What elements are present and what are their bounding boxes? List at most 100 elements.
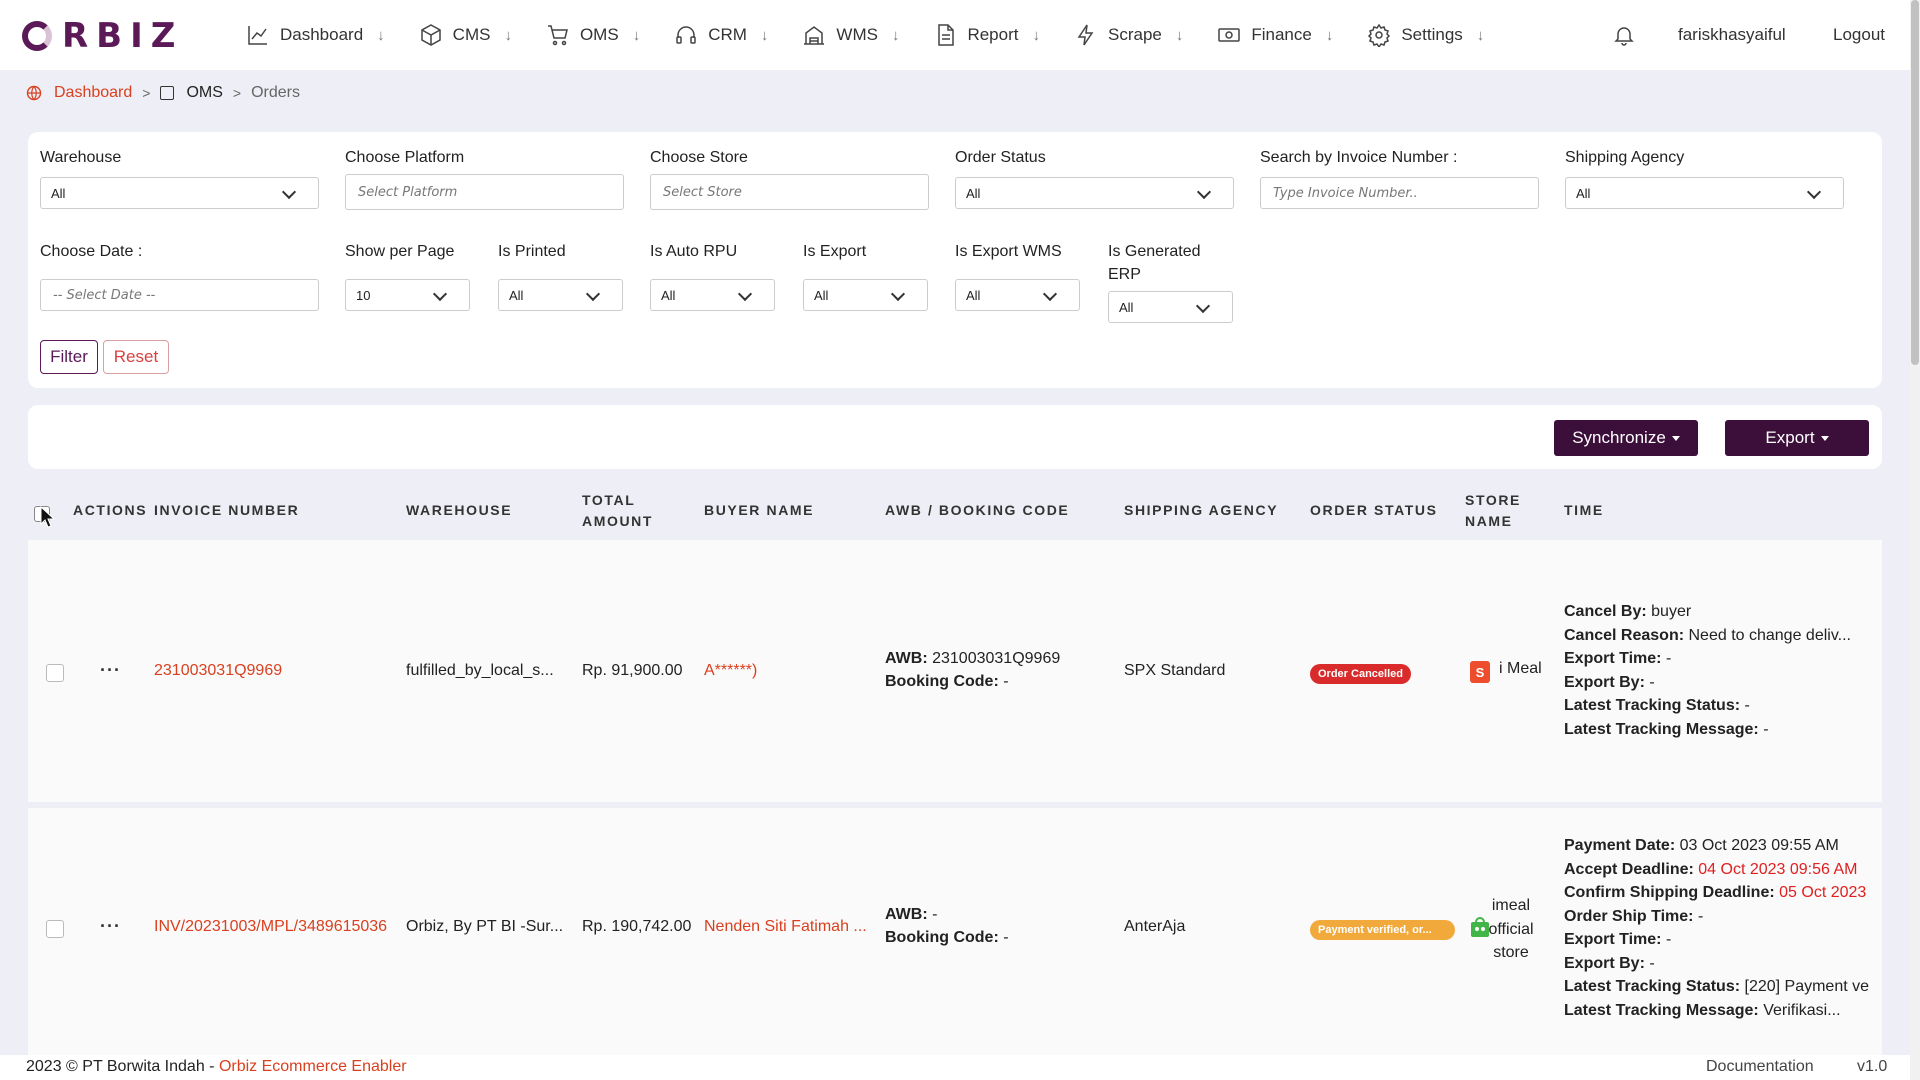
document-icon <box>938 24 955 46</box>
caret-down-icon <box>1820 435 1829 441</box>
is-auto-rpu-select[interactable]: All <box>650 279 775 311</box>
time-label: Confirm Shipping Deadline: <box>1564 884 1775 901</box>
nav-crm[interactable]: CRM ↓ <box>674 0 768 70</box>
table-row: ··· 231003031Q9969 fulfilled_by_local_s.… <box>28 540 1882 802</box>
buyer-name-link[interactable]: Nenden Siti Fatimah ... <box>704 918 879 936</box>
scrollbar-thumb[interactable] <box>1911 0 1919 365</box>
awb-label: AWB: <box>885 650 928 667</box>
date-input[interactable] <box>40 279 319 311</box>
breadcrumb: Dashboard > OMS > Orders <box>26 84 300 102</box>
time-line: Payment Date: 03 Oct 2023 09:55 AM <box>1564 834 1882 858</box>
orbiz-logo[interactable]: RBIZ <box>22 14 183 58</box>
booking-value: - <box>1003 673 1009 690</box>
nav-report[interactable]: Report ↓ <box>933 0 1040 70</box>
footer-copyright: 2023 © PT Borwita Indah - Orbiz Ecommerc… <box>26 1058 407 1076</box>
table-actions-bar: Synchronize Export <box>28 405 1882 469</box>
time-line: Cancel Reason: Need to change deliv... <box>1564 624 1882 648</box>
time-label: Latest Tracking Status: <box>1564 978 1741 995</box>
awb-value: - <box>932 906 938 923</box>
chevron-down-icon <box>890 286 906 302</box>
warehouse-select[interactable]: All <box>40 177 319 209</box>
logo-text: RBIZ <box>62 16 184 56</box>
is-printed-select[interactable]: All <box>498 279 623 311</box>
nav-settings[interactable]: Settings ↓ <box>1367 0 1484 70</box>
is-export-wms-select[interactable]: All <box>955 279 1080 311</box>
time-line: Latest Tracking Message: Verifikasi... <box>1564 999 1882 1023</box>
platform-input[interactable] <box>345 174 624 210</box>
time-value: - <box>1763 720 1769 738</box>
buyer-name-link[interactable]: A******) <box>704 662 874 680</box>
notification-bell[interactable] <box>1612 23 1636 47</box>
awb-value: 231003031Q9969 <box>932 650 1061 667</box>
col-invoice-number: Invoice Number <box>154 502 300 518</box>
shipping-agency-select[interactable]: All <box>1565 177 1844 209</box>
order-status-select[interactable]: All <box>955 177 1234 209</box>
cash-icon <box>1218 28 1241 42</box>
time-value: Need to change deliv... <box>1688 626 1851 644</box>
time-line: Confirm Shipping Deadline: 05 Oct 2023 <box>1564 881 1882 905</box>
time-label: Cancel By: <box>1564 603 1647 620</box>
booking-label: Booking Code: <box>885 673 999 690</box>
top-navbar: RBIZ Dashboard ↓ CMS ↓ OMS ↓ CRM ↓ WMS ↓ <box>0 0 1910 70</box>
breadcrumb-oms[interactable]: OMS <box>186 84 222 102</box>
chevron-down-icon <box>1196 184 1212 200</box>
col-awb-booking: AWB / Booking Code <box>885 502 1070 518</box>
shipping-agency-cell: AnterAja <box>1124 918 1186 935</box>
filter-panel: Warehouse All Choose Platform Choose Sto… <box>28 132 1882 388</box>
nav-scrape[interactable]: Scrape ↓ <box>1074 0 1183 70</box>
row-actions-menu[interactable]: ··· <box>100 916 121 937</box>
synchronize-dropdown-button[interactable]: Synchronize <box>1554 420 1698 456</box>
export-dropdown-button[interactable]: Export <box>1725 420 1869 456</box>
store-name-cell: i Meal <box>1499 660 1542 677</box>
col-store-name: Store Name <box>1465 490 1521 532</box>
time-details: Cancel By: buyer Cancel Reason: Need to … <box>1564 600 1882 741</box>
version-label: v1.0 <box>1857 1058 1888 1075</box>
nav-finance[interactable]: Finance ↓ <box>1217 0 1333 70</box>
is-export-select[interactable]: All <box>803 279 928 311</box>
time-line: Export Time: - <box>1564 928 1882 952</box>
breadcrumb-orders: Orders <box>251 84 301 101</box>
footer-brand-link[interactable]: Orbiz Ecommerce Enabler <box>219 1058 407 1075</box>
time-line: Accept Deadline: 04 Oct 2023 09:56 AM <box>1564 858 1882 882</box>
invoice-link[interactable]: 231003031Q9969 <box>154 662 394 680</box>
nav-dashboard[interactable]: Dashboard ↓ <box>246 0 385 70</box>
reset-button[interactable]: Reset <box>103 340 169 374</box>
page-scrollbar[interactable] <box>1910 0 1920 1080</box>
nav-wms-arrow: ↓ <box>891 26 900 44</box>
is-generated-erp-select[interactable]: All <box>1108 291 1233 323</box>
breadcrumb-sep: > <box>142 85 151 101</box>
invoice-link[interactable]: INV/20231003/MPL/3489615036 <box>154 918 399 936</box>
is-printed-value: All <box>509 287 524 303</box>
awb-cell: AWB: 231003031Q9969 <box>885 650 1115 668</box>
warehouse-icon <box>804 26 825 45</box>
time-label: Export Time: <box>1564 650 1662 667</box>
bell-icon <box>1614 27 1634 46</box>
nav-finance-arrow: ↓ <box>1325 26 1334 44</box>
booking-cell: Booking Code: - <box>885 673 1115 691</box>
shipping-agency-value: All <box>1576 185 1591 201</box>
row-actions-menu[interactable]: ··· <box>100 660 121 681</box>
store-input[interactable] <box>650 174 929 210</box>
per-page-select[interactable]: 10 <box>345 279 470 311</box>
filter-button[interactable]: Filter <box>40 340 98 374</box>
row-checkbox[interactable] <box>46 664 64 682</box>
documentation-link[interactable]: Documentation <box>1706 1058 1814 1076</box>
chevron-down-icon <box>432 286 448 302</box>
is-export-value: All <box>814 287 829 303</box>
invoice-search-input[interactable] <box>1260 177 1539 209</box>
nav-oms[interactable]: OMS ↓ <box>546 0 640 70</box>
nav-cms[interactable]: CMS ↓ <box>419 0 512 70</box>
row-checkbox[interactable] <box>46 920 64 938</box>
time-line: Export By: - <box>1564 952 1882 976</box>
nav-oms-arrow: ↓ <box>632 26 641 44</box>
status-badge: Order Cancelled <box>1310 664 1411 684</box>
user-name[interactable]: fariskhasyaiful <box>1678 25 1786 45</box>
nav-settings-arrow: ↓ <box>1476 26 1485 44</box>
breadcrumb-dashboard[interactable]: Dashboard <box>54 84 132 102</box>
time-line: Latest Tracking Status: - <box>1564 694 1882 718</box>
time-line: Latest Tracking Status: [220] Payment ve <box>1564 975 1882 999</box>
footer: 2023 © PT Borwita Indah - Orbiz Ecommerc… <box>0 1055 1910 1080</box>
nav-wms[interactable]: WMS ↓ <box>802 0 899 70</box>
time-value: - <box>1649 673 1655 691</box>
logout-link[interactable]: Logout <box>1833 25 1885 45</box>
